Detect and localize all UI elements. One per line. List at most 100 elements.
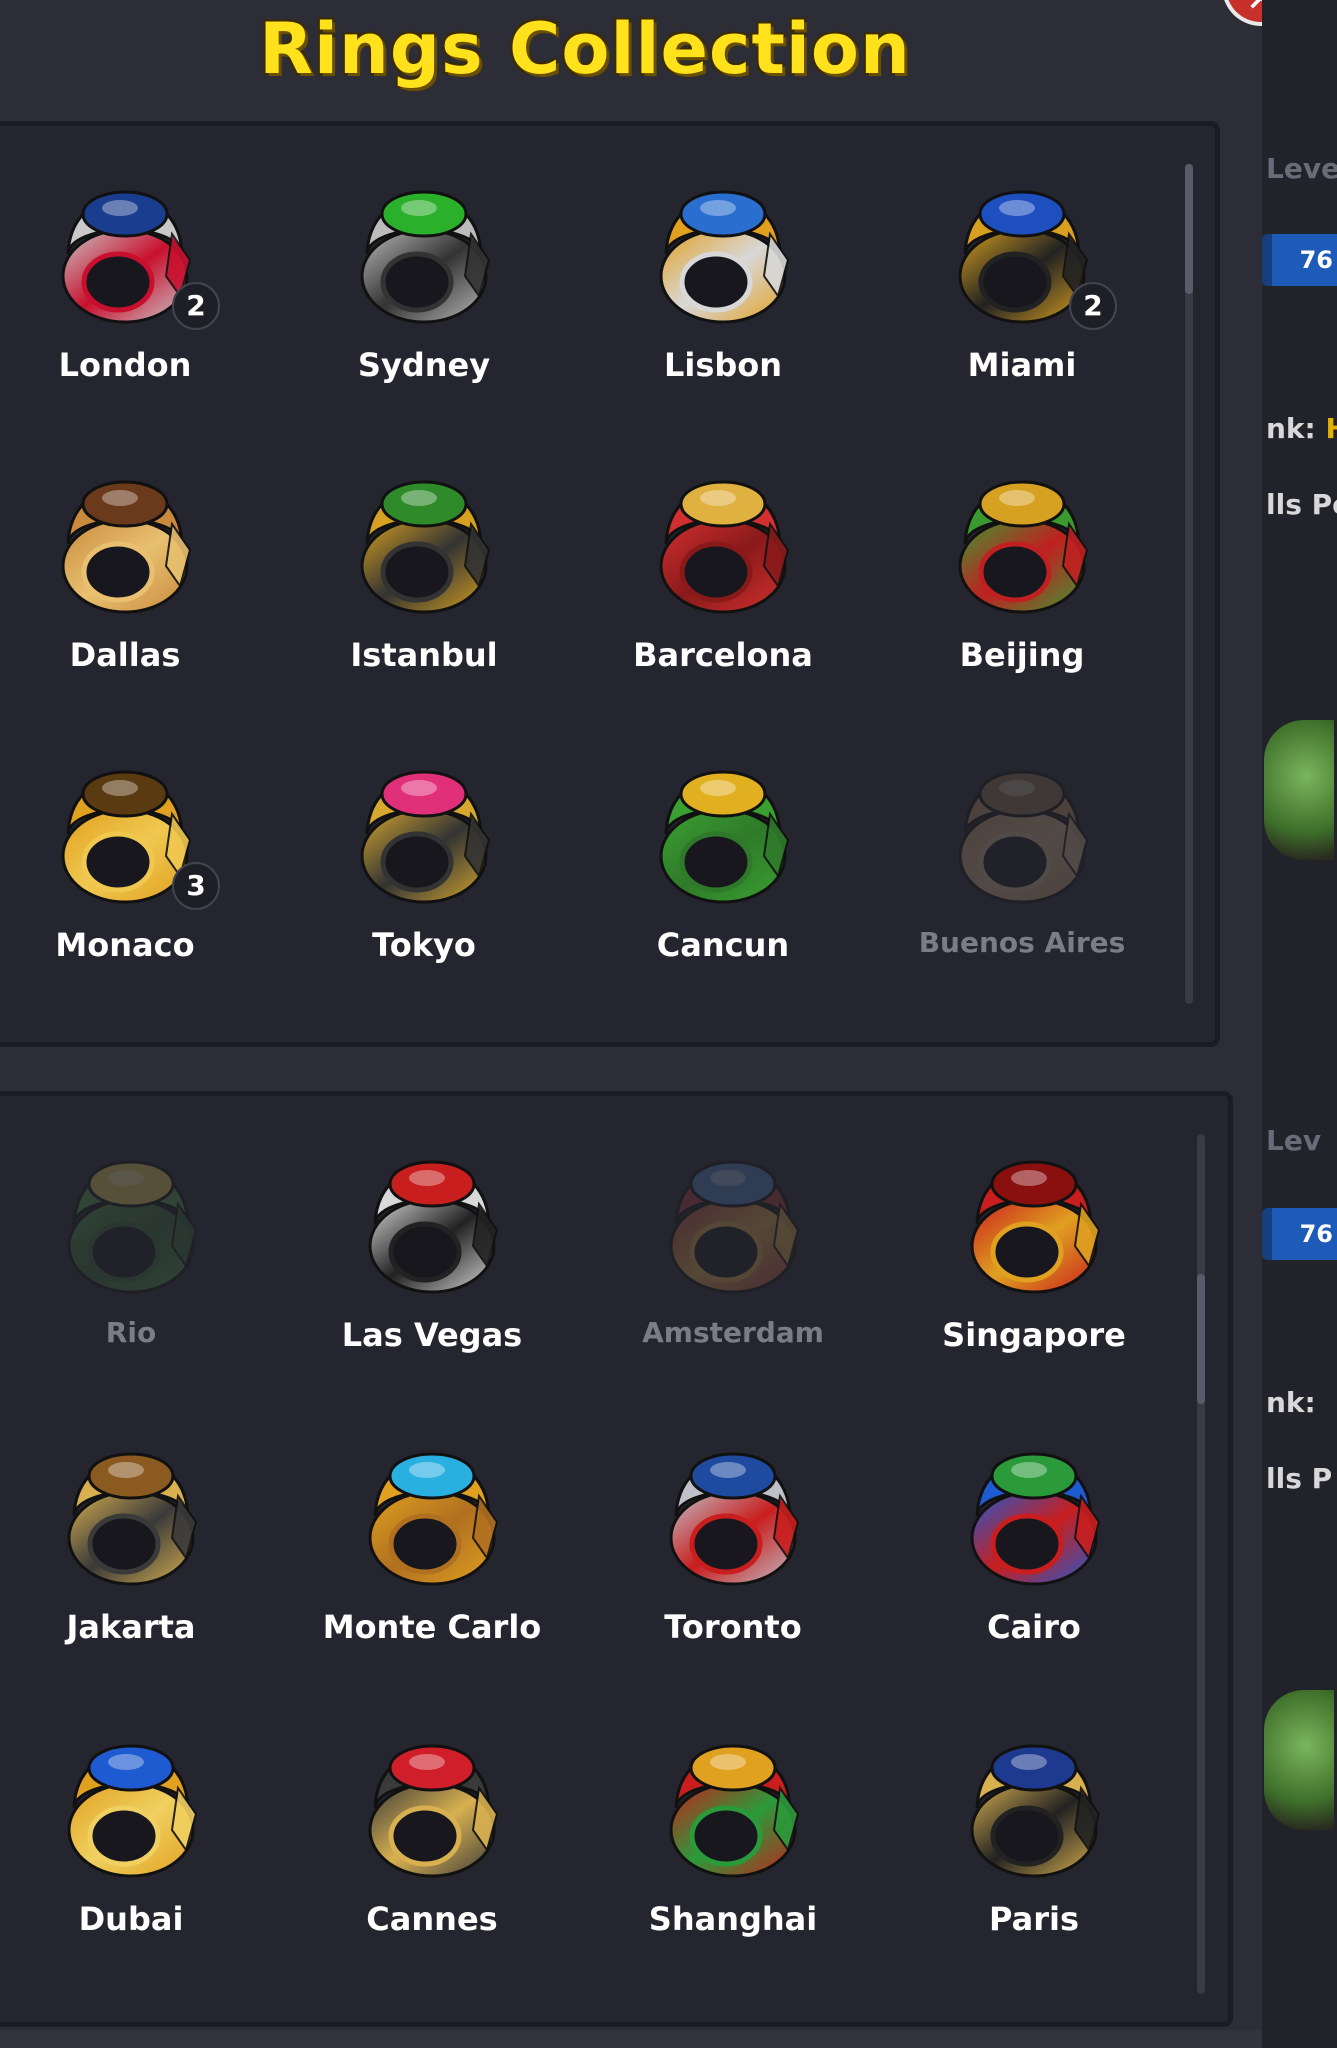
ring-name: London xyxy=(58,346,192,384)
ring-item[interactable]: Singapore xyxy=(894,1134,1174,1394)
ring-art xyxy=(40,454,210,624)
ring-name: Monaco xyxy=(55,926,195,964)
ring-name: Cairo xyxy=(987,1608,1081,1646)
ring-item[interactable]: Jakarta xyxy=(0,1426,271,1686)
ring-name: Dubai xyxy=(78,1900,184,1938)
ring-item[interactable]: Rio xyxy=(0,1134,271,1394)
ring-item[interactable]: Lisbon xyxy=(583,164,863,424)
ring-item[interactable]: Dallas xyxy=(0,454,265,714)
ring-item[interactable]: Barcelona xyxy=(583,454,863,714)
ring-item[interactable]: Las Vegas xyxy=(292,1134,572,1394)
rings-panel-top[interactable]: 2 London Sydney Lisbon 2 Miami Dallas Is… xyxy=(0,124,1217,1044)
ring-icon xyxy=(669,1160,800,1294)
ring-name: Paris xyxy=(989,1900,1079,1938)
ring-art xyxy=(648,1426,818,1596)
ring-icon xyxy=(67,1160,198,1294)
ring-icon xyxy=(61,480,192,614)
ring-art xyxy=(46,1134,216,1304)
ring-item[interactable]: Sydney xyxy=(284,164,564,424)
ring-name: Las Vegas xyxy=(341,1316,523,1354)
ring-item[interactable]: Paris xyxy=(894,1718,1174,1978)
strip-rank-label: nk: H xyxy=(1266,412,1337,445)
ring-art xyxy=(949,1134,1119,1304)
ring-name: Cannes xyxy=(366,1900,498,1938)
page-title: Rings Collection xyxy=(259,8,911,90)
ring-art xyxy=(638,744,808,914)
ring-icon xyxy=(360,190,491,324)
ring-name: Jakarta xyxy=(66,1608,196,1646)
ring-name: Singapore xyxy=(942,1316,1126,1354)
ring-art: 3 xyxy=(40,744,220,914)
scrollbar-bottom[interactable] xyxy=(1197,1134,1205,1994)
ring-art xyxy=(648,1134,818,1304)
ring-art: 2 xyxy=(40,164,220,334)
ring-icon xyxy=(970,1160,1101,1294)
ring-icon xyxy=(67,1744,198,1878)
ring-name: Amsterdam xyxy=(642,1316,824,1349)
ring-item[interactable]: Shanghai xyxy=(593,1718,873,1978)
ring-icon xyxy=(659,480,790,614)
ring-item[interactable]: Cairo xyxy=(894,1426,1174,1686)
ring-art xyxy=(937,454,1107,624)
strip-level-value: 76 xyxy=(1262,234,1337,286)
ring-name: Istanbul xyxy=(350,636,498,674)
ring-icon xyxy=(368,1744,499,1878)
ring-art xyxy=(347,1718,517,1888)
ring-item[interactable]: 2 London xyxy=(0,164,265,424)
ring-icon xyxy=(659,770,790,904)
ring-name: Rio xyxy=(105,1316,157,1349)
strip-balls-label-2: lls P xyxy=(1266,1462,1333,1495)
ring-item[interactable]: Dubai xyxy=(0,1718,271,1978)
ring-art xyxy=(339,744,509,914)
ring-icon xyxy=(67,1452,198,1586)
ring-name: Cancun xyxy=(656,926,790,964)
ring-item[interactable]: Tokyo xyxy=(284,744,564,1004)
ring-icon xyxy=(958,480,1089,614)
ring-item[interactable]: Cancun xyxy=(583,744,863,1004)
ring-name: Toronto xyxy=(664,1608,802,1646)
ring-item[interactable]: Toronto xyxy=(593,1426,873,1686)
ring-item[interactable]: Buenos Aires xyxy=(882,744,1162,1004)
ring-name: Monte Carlo xyxy=(322,1608,542,1646)
ring-icon xyxy=(360,480,491,614)
ring-item[interactable]: Monte Carlo xyxy=(292,1426,572,1686)
ring-icon xyxy=(669,1452,800,1586)
scroll-thumb-top[interactable] xyxy=(1185,164,1193,294)
ring-item[interactable]: 2 Miami xyxy=(882,164,1162,424)
strip-level-value-2: 76 xyxy=(1262,1208,1337,1260)
strip-rank-label-2: nk: xyxy=(1266,1386,1316,1419)
ring-icon xyxy=(360,770,491,904)
rings-panel-bottom[interactable]: Rio Las Vegas Amsterdam Singapore Jakart… xyxy=(0,1094,1230,2024)
strip-ring-icon-2 xyxy=(1264,1690,1334,1830)
ring-art xyxy=(638,454,808,624)
ring-item[interactable]: Istanbul xyxy=(284,454,564,714)
ring-name: Barcelona xyxy=(633,636,813,674)
ring-art xyxy=(638,164,808,334)
ring-art xyxy=(339,454,509,624)
strip-level-label-2: Lev xyxy=(1266,1124,1322,1157)
ring-item[interactable]: 3 Monaco xyxy=(0,744,265,1004)
ring-art xyxy=(648,1718,818,1888)
ring-art xyxy=(949,1426,1119,1596)
scrollbar-top[interactable] xyxy=(1185,164,1193,1004)
ring-art xyxy=(347,1134,517,1304)
ring-art xyxy=(46,1426,216,1596)
ring-count-badge: 2 xyxy=(1069,282,1117,330)
ring-name: Dallas xyxy=(69,636,181,674)
background-profile-strip: Leve 76 nk: H lls Po Lev 76 nk: lls P xyxy=(1262,0,1337,2048)
ring-icon xyxy=(958,770,1089,904)
ring-art: 2 xyxy=(937,164,1117,334)
strip-level-label: Leve xyxy=(1266,152,1337,185)
ring-count-badge: 3 xyxy=(172,862,220,910)
ring-item[interactable]: Amsterdam xyxy=(593,1134,873,1394)
ring-icon xyxy=(970,1744,1101,1878)
ring-icon xyxy=(669,1744,800,1878)
ring-name: Lisbon xyxy=(663,346,783,384)
strip-balls-label: lls Po xyxy=(1266,488,1337,521)
ring-count-badge: 2 xyxy=(172,282,220,330)
ring-icon xyxy=(659,190,790,324)
ring-item[interactable]: Beijing xyxy=(882,454,1162,714)
ring-item[interactable]: Cannes xyxy=(292,1718,572,1978)
ring-name: Miami xyxy=(967,346,1077,384)
scroll-thumb-bottom[interactable] xyxy=(1197,1274,1205,1404)
